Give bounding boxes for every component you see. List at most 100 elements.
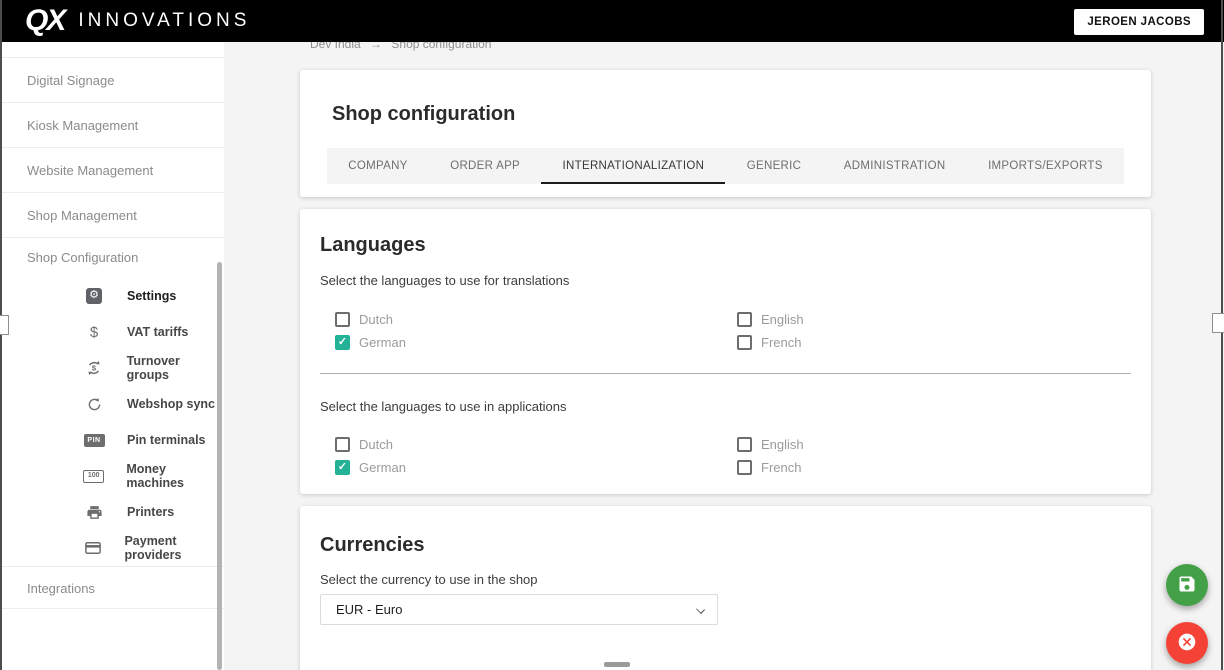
turnover-cycle-icon: $ [83,359,105,377]
settings-gear-icon: ⚙ [83,287,105,305]
save-disk-icon [1177,574,1197,597]
languages-card: Languages Select the languages to use fo… [300,209,1151,494]
sidebar-item-pin-terminals[interactable]: PIN Pin terminals [2,422,224,458]
sidebar-item-label: Money machines [126,462,184,490]
section-divider [320,373,1131,374]
tab-imports-exports[interactable]: IMPORTS/EXPORTS [967,148,1124,184]
sidebar-item-digital-signage[interactable]: Digital Signage [2,58,224,103]
checkbox-label: French [761,460,802,475]
printer-icon [83,503,105,521]
credit-card-icon [83,539,102,557]
cancel-circle-icon [1177,632,1197,655]
sidebar-item-printers[interactable]: Printers [2,494,224,530]
user-account-button[interactable]: JEROEN JACOBS [1074,9,1204,35]
checkbox-applications-french[interactable]: French [737,460,801,475]
save-button[interactable] [1166,564,1208,606]
sidebar-item-label: Shop Configuration [27,250,139,265]
checkbox-translations-german[interactable]: ✓ German [335,335,406,350]
sidebar-item-settings[interactable]: ⚙ Settings [2,278,224,314]
sidebar-item-payment-providers[interactable]: Payment providers [2,530,224,566]
window-resize-handle-left[interactable] [0,315,9,335]
app-header: QX INNOVATIONS JEROEN JACOBS [0,0,1224,42]
sidebar-item-vat-tariffs[interactable]: $ VAT tariffs [2,314,224,350]
checkbox-unchecked[interactable] [737,460,752,475]
currencies-card: Currencies Select the currency to use in… [300,506,1151,670]
currency-select[interactable]: EUR - Euro [320,594,718,625]
checkbox-applications-dutch[interactable]: Dutch [335,437,393,452]
checkbox-translations-english[interactable]: English [737,312,804,327]
checkbox-unchecked[interactable] [335,312,350,327]
svg-text:$: $ [92,364,97,373]
sidebar-item-label: Integrations [27,581,95,596]
sidebar-item-money-machines[interactable]: 100 Money machines [2,458,224,494]
checkbox-unchecked[interactable] [335,437,350,452]
translations-subtitle: Select the languages to use for translat… [320,273,570,288]
sidebar-item-label: Shop Management [27,208,137,223]
checkbox-label: German [359,460,406,475]
clipped-checkbox-element [604,662,630,667]
tab-administration[interactable]: ADMINISTRATION [823,148,967,184]
sidebar-item-label: Turnover groups [126,354,180,382]
window-border-right [1221,0,1223,670]
currency-selected-value: EUR - Euro [336,602,403,617]
pin-badge-icon: PIN [83,431,105,449]
sidebar-scrollbar-thumb[interactable] [217,262,222,670]
sidebar-item-label: Kiosk Management [27,118,139,133]
sidebar-item-label: Digital Signage [27,73,115,88]
checkbox-applications-german[interactable]: ✓ German [335,460,406,475]
checkbox-unchecked[interactable] [737,312,752,327]
logo-wordmark: INNOVATIONS [78,10,251,31]
tab-generic[interactable]: GENERIC [725,148,822,184]
cancel-button[interactable] [1166,622,1208,664]
sidebar-item-shop-configuration[interactable]: Shop Configuration [2,238,224,278]
window-resize-handle-right[interactable] [1212,313,1224,333]
pin-glyph: PIN [83,433,105,447]
page-title: Shop configuration [332,103,516,125]
money-glyph: 100 [83,469,105,483]
sidebar-item-label: Printers [127,505,175,519]
chevron-down-icon [696,605,705,614]
sidebar-item-label: Website Management [27,163,154,178]
gear-glyph: ⚙ [86,288,102,304]
checkbox-label: Dutch [359,437,393,452]
checkbox-applications-english[interactable]: English [737,437,804,452]
settings-tabbar: COMPANY ORDER APP INTERNATIONALIZATION G… [327,148,1124,184]
sidebar-item-label: Pin terminals [127,433,206,447]
checkbox-unchecked[interactable] [737,437,752,452]
logo-qx-mark: QX [25,4,66,37]
checkbox-checked[interactable]: ✓ [335,460,350,475]
checkbox-label: English [761,312,804,327]
dollar-icon: $ [83,323,105,341]
sync-icon [83,395,105,413]
checkbox-label: Dutch [359,312,393,327]
sidebar-item-webshop-sync[interactable]: Webshop sync [2,386,224,422]
dollar-glyph: $ [89,323,99,341]
checkbox-translations-dutch[interactable]: Dutch [335,312,393,327]
sidebar-item-turnover-groups[interactable]: $ Turnover groups [2,350,224,386]
checkbox-checked[interactable]: ✓ [335,335,350,350]
money-badge-icon: 100 [83,467,105,485]
sidebar-item-label: Webshop sync [127,397,215,411]
sidebar-item-integrations[interactable]: Integrations [2,566,224,609]
window-border-left [0,0,2,670]
checkbox-translations-french[interactable]: French [737,335,801,350]
sidebar-item-kiosk-management[interactable]: Kiosk Management [2,103,224,148]
sidebar-item-shop-management[interactable]: Shop Management [2,193,224,238]
currencies-subtitle: Select the currency to use in the shop [320,572,538,587]
sidebar-item-website-management[interactable]: Website Management [2,148,224,193]
sidebar-item-label: VAT tariffs [127,325,189,339]
app-window: QX INNOVATIONS JEROEN JACOBS Dev India →… [0,0,1224,670]
sidebar-nav: Digital Signage Kiosk Management Website… [2,42,224,670]
sidebar-top-divider [2,42,224,58]
checkbox-unchecked[interactable] [737,335,752,350]
qx-innovations-logo: QX INNOVATIONS [25,6,250,36]
checkbox-label: English [761,437,804,452]
tab-company[interactable]: COMPANY [327,148,429,184]
currencies-title: Currencies [320,534,425,556]
checkbox-label: German [359,335,406,350]
sidebar-item-label: Settings [127,289,177,303]
tab-internationalization[interactable]: INTERNATIONALIZATION [541,148,726,184]
applications-subtitle: Select the languages to use in applicati… [320,399,567,414]
tab-order-app[interactable]: ORDER APP [429,148,541,184]
sidebar-item-label: Payment providers [124,534,182,562]
